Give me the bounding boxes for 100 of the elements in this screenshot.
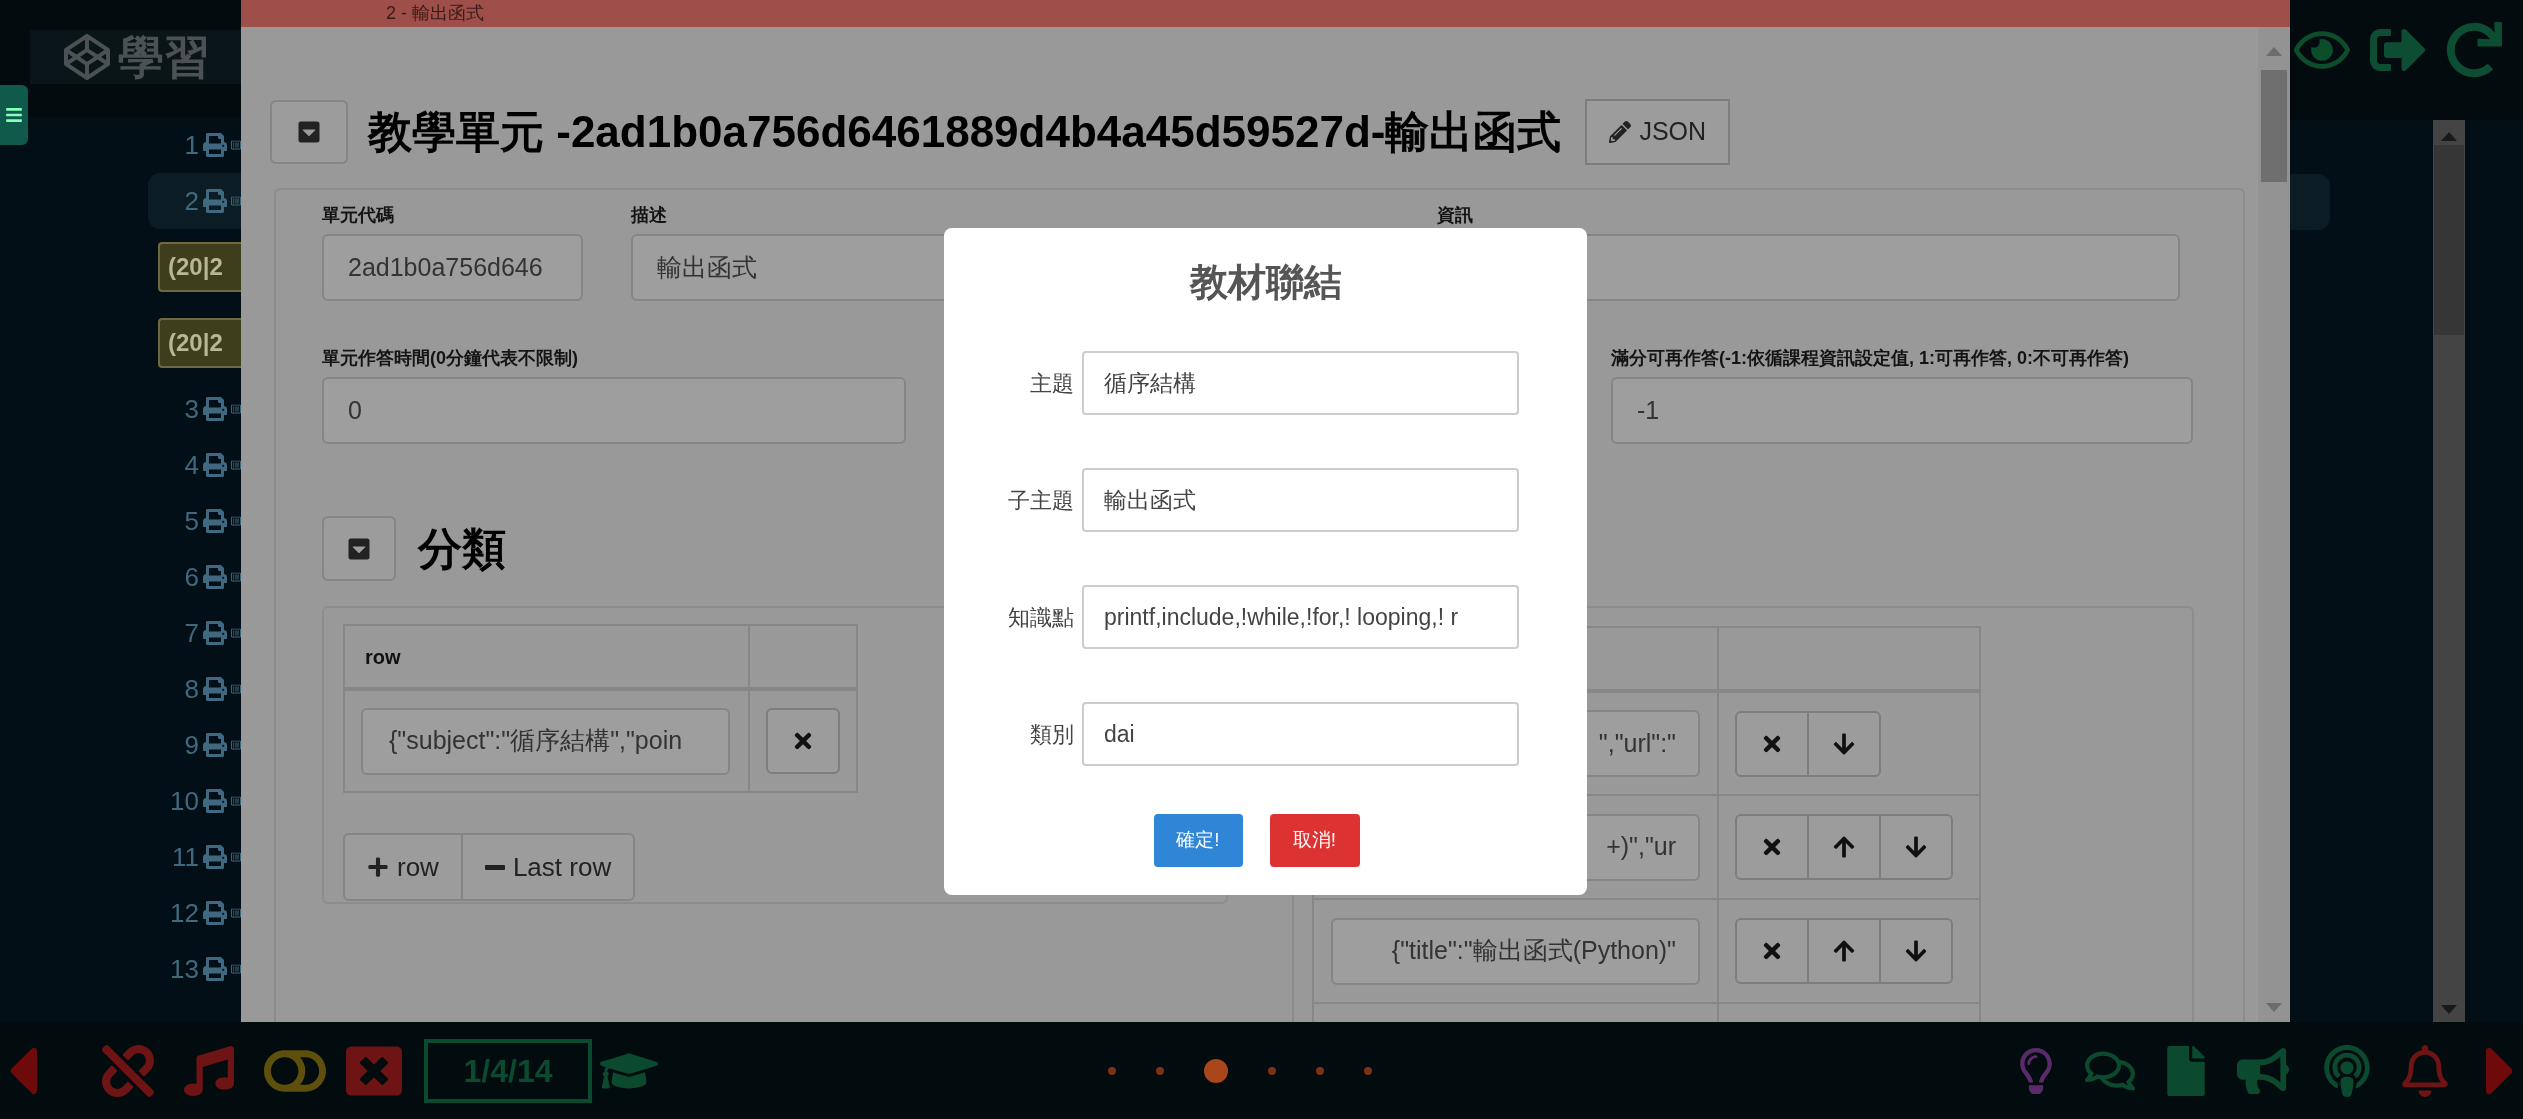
unit-row[interactable]: 9 bbox=[148, 717, 241, 773]
text-field[interactable]: dai bbox=[1082, 702, 1519, 766]
move-down-button[interactable] bbox=[1879, 918, 1953, 984]
add-row-button[interactable]: row bbox=[343, 833, 463, 901]
unit-number: 2 bbox=[184, 184, 199, 218]
scroll-thumb[interactable] bbox=[2261, 70, 2287, 182]
delete-button[interactable] bbox=[766, 708, 840, 774]
unit-row[interactable]: 13 bbox=[148, 941, 241, 997]
printer-icon bbox=[203, 621, 227, 645]
field-label: 描述 bbox=[631, 204, 668, 226]
section-heading: 分類 bbox=[418, 522, 506, 575]
broken-link-icon[interactable] bbox=[102, 1044, 154, 1097]
scroll-up-icon[interactable] bbox=[2266, 47, 2282, 56]
printer-icon bbox=[203, 133, 227, 157]
unit-row[interactable]: 5 bbox=[148, 493, 241, 549]
unit-row[interactable]: 6 bbox=[148, 549, 241, 605]
delete-button[interactable] bbox=[1735, 710, 1809, 777]
collapse-button[interactable] bbox=[270, 100, 348, 164]
scroll-down-icon[interactable] bbox=[2441, 1005, 2457, 1014]
printer-icon bbox=[203, 901, 227, 925]
printer-icon bbox=[203, 677, 227, 701]
text-field[interactable]: 0 bbox=[322, 377, 906, 444]
printer-icon bbox=[203, 789, 227, 813]
printer-icon bbox=[203, 733, 227, 757]
text-field[interactable]: 輸出函式 bbox=[1082, 468, 1519, 532]
unit-row[interactable]: 3 bbox=[148, 381, 241, 437]
dialog-title: 2 - 輸出函式 bbox=[241, 0, 2290, 27]
row-highlight bbox=[2290, 174, 2330, 230]
scroll-up-icon[interactable] bbox=[2441, 132, 2457, 141]
unit-number: 5 bbox=[184, 504, 199, 538]
arrow-up-icon bbox=[1832, 835, 1856, 859]
unit-number: 11 bbox=[172, 840, 199, 874]
move-down-button[interactable] bbox=[1879, 814, 1953, 880]
field-label: 滿分可再作答(-1:依循課程資訊設定值, 1:可再作答, 0:不可再作答) bbox=[1611, 347, 2130, 369]
delete-button[interactable] bbox=[1735, 918, 1809, 984]
refresh-icon[interactable] bbox=[2446, 22, 2502, 78]
scroll-down-icon[interactable] bbox=[2266, 1003, 2282, 1012]
music-icon[interactable] bbox=[184, 1045, 234, 1096]
unit-row[interactable]: 12 bbox=[148, 885, 241, 941]
cancel-button[interactable]: 取消! bbox=[1269, 814, 1360, 867]
menu-button[interactable] bbox=[0, 85, 28, 145]
field-label: 知識點 bbox=[1007, 603, 1075, 632]
unit-number: 3 bbox=[184, 392, 199, 426]
caret-icon bbox=[347, 536, 371, 561]
unit-row[interactable]: 2 bbox=[148, 173, 241, 229]
page-counter: 1/4/14 bbox=[424, 1038, 592, 1103]
json-button[interactable]: JSON bbox=[1585, 99, 1731, 165]
collapse-button[interactable] bbox=[322, 516, 396, 581]
unit-number: 1 bbox=[184, 128, 199, 162]
logo-text: 學習 bbox=[118, 34, 210, 80]
minus-icon bbox=[484, 864, 505, 870]
unit-number: 10 bbox=[170, 784, 199, 818]
text-field[interactable]: {"title":"輸出函式(Python)" bbox=[1331, 917, 1700, 985]
text-field[interactable]: printf,include,!while,!for,! looping,! r bbox=[1082, 585, 1519, 649]
scroll-thumb[interactable] bbox=[2434, 145, 2464, 335]
field-label: 類別 bbox=[1029, 720, 1075, 749]
text-field[interactable]: 2ad1b0a756d646 bbox=[322, 234, 583, 301]
printer-icon bbox=[203, 565, 227, 589]
printer-icon bbox=[203, 845, 227, 869]
printer-icon bbox=[203, 453, 227, 477]
unit-row[interactable]: 4 bbox=[148, 437, 241, 493]
unit-number: 13 bbox=[170, 952, 199, 986]
remove-row-button[interactable]: Last row bbox=[460, 833, 636, 901]
printer-icon bbox=[203, 397, 227, 421]
text-field[interactable]: 循序結構 bbox=[1082, 351, 1519, 415]
field-label: 子主題 bbox=[1007, 486, 1075, 515]
move-up-button[interactable] bbox=[1807, 814, 1881, 880]
scrollbar[interactable] bbox=[2433, 120, 2465, 1022]
unit-row[interactable]: 7 bbox=[148, 605, 241, 661]
column-header: row bbox=[344, 625, 749, 689]
confirm-button[interactable]: 確定! bbox=[1153, 814, 1243, 867]
unit-number: 6 bbox=[184, 560, 199, 594]
move-up-button[interactable] bbox=[1807, 918, 1881, 984]
unit-row[interactable]: 8 bbox=[148, 661, 241, 717]
unit-number: 8 bbox=[184, 672, 199, 706]
arrow-up-icon bbox=[1832, 939, 1856, 963]
score-badge[interactable]: (20|2 bbox=[158, 242, 241, 292]
field-label: 單元代碼 bbox=[322, 204, 395, 226]
delete-button[interactable] bbox=[1735, 814, 1809, 880]
logo-icon bbox=[64, 34, 110, 80]
bell-icon[interactable] bbox=[2399, 1044, 2451, 1097]
printer-icon bbox=[203, 189, 227, 213]
score-badge[interactable]: (20|2 bbox=[158, 318, 241, 368]
unit-row[interactable]: 11 bbox=[148, 829, 241, 885]
field-label: 資訊 bbox=[1437, 204, 1474, 226]
unit-number: 12 bbox=[170, 896, 199, 930]
unit-number: 9 bbox=[184, 728, 199, 762]
arrow-down-icon bbox=[1832, 731, 1856, 756]
text-field[interactable]: {"subject":"循序結構","poin bbox=[361, 707, 730, 775]
pencil-icon bbox=[1609, 121, 1632, 143]
text-field[interactable]: -1 bbox=[1611, 377, 2193, 444]
modal-title: 教材聯結 bbox=[1189, 260, 1342, 305]
podcast-icon[interactable] bbox=[2321, 1044, 2373, 1097]
arrow-down-icon bbox=[1904, 939, 1928, 963]
caret-icon bbox=[297, 120, 321, 144]
scrollbar[interactable] bbox=[2258, 27, 2290, 1022]
unit-row[interactable]: 10 bbox=[148, 773, 241, 829]
printer-icon bbox=[203, 957, 227, 981]
unit-row[interactable]: 1 bbox=[148, 117, 241, 173]
move-down-button[interactable] bbox=[1807, 710, 1881, 777]
